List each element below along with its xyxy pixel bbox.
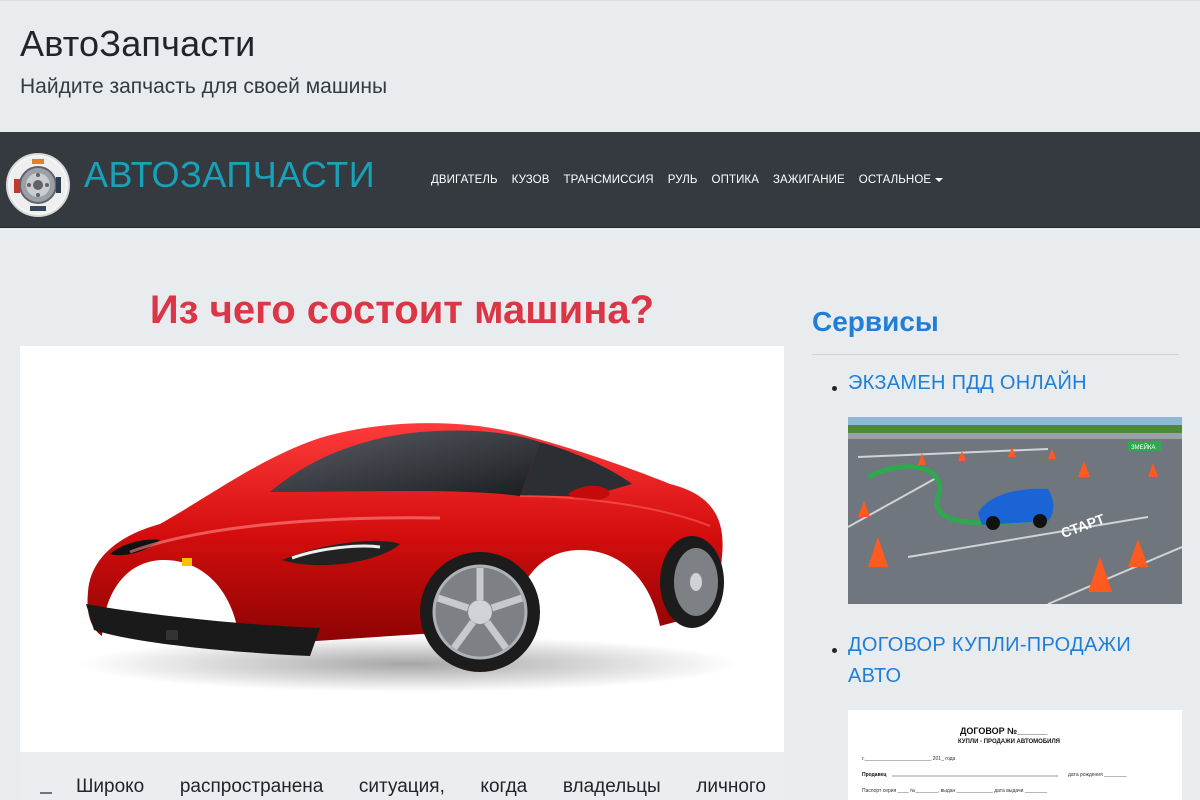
nav-item-label: ДВИГАТЕЛЬ bbox=[431, 174, 498, 186]
nav-item-label: ОПТИКА bbox=[711, 174, 760, 186]
nav-item-other-dropdown[interactable]: ОСТАЛЬНОЕ bbox=[852, 132, 950, 228]
main-navbar: АВТОЗАПЧАСТИ ДВИГАТЕЛЬ КУЗОВ ТРАНСМИССИЯ… bbox=[0, 132, 1200, 228]
nav-item-label: РУЛЬ bbox=[667, 174, 698, 186]
sidebar-title: Сервисы bbox=[812, 306, 939, 337]
bullet-icon bbox=[832, 648, 837, 653]
nav-item-label: ОСТАЛЬНОЕ bbox=[858, 174, 932, 186]
paragraph-marker-icon bbox=[40, 792, 52, 794]
nav-item-steering[interactable]: РУЛЬ bbox=[661, 132, 705, 228]
contract-line: Продавец bbox=[862, 772, 887, 778]
exam-sign-text: ЗМЕЙКА bbox=[1131, 443, 1155, 451]
contract-subheading: КУПЛИ - ПРОДАЖИ АВТОМОБИЛЯ bbox=[958, 739, 1060, 745]
nav-item-label: КУЗОВ bbox=[511, 174, 550, 186]
caret-down-icon bbox=[935, 178, 944, 182]
nav-item-engine[interactable]: ДВИГАТЕЛЬ bbox=[424, 132, 505, 228]
nav-item-optics[interactable]: ОПТИКА bbox=[705, 132, 766, 228]
bullet-icon bbox=[832, 386, 837, 391]
sidebar-link-line: ДОГОВОР КУПЛИ-ПРОДАЖИ bbox=[848, 634, 1132, 656]
sidebar-divider bbox=[812, 354, 1179, 355]
site-title: АвтоЗапчасти bbox=[20, 23, 256, 64]
contract-line: дата рождения ________ bbox=[1068, 772, 1127, 778]
contract-document-image[interactable]: ДОГОВОР №______ КУПЛИ - ПРОДАЖИ АВТОМОБИ… bbox=[848, 710, 1182, 800]
site-header: АвтоЗапчасти Найдите запчасть для своей … bbox=[0, 0, 1200, 132]
nav-item-label: ЗАЖИГАНИЕ bbox=[773, 174, 845, 186]
article-image bbox=[20, 346, 784, 752]
navbar-brand[interactable]: АВТОЗАПЧАСТИ bbox=[84, 154, 375, 196]
nav-item-body[interactable]: КУЗОВ bbox=[505, 132, 557, 228]
site-subtitle: Найдите запчасть для своей машины bbox=[20, 75, 388, 98]
nav-item-ignition[interactable]: ЗАЖИГАНИЕ bbox=[766, 132, 852, 228]
contract-line: г.________________________ 201_ года bbox=[862, 756, 956, 762]
sidebar-link-pdd-exam[interactable]: ЭКЗАМЕН ПДД ОНЛАЙН bbox=[848, 368, 1087, 399]
red-sports-car-icon bbox=[80, 423, 740, 692]
pdd-exam-image[interactable]: СТАРТ ЗМЕЙКА bbox=[848, 417, 1182, 604]
contract-heading: ДОГОВОР №______ bbox=[960, 726, 1048, 736]
nav-item-label: ТРАНСМИССИЯ bbox=[563, 174, 654, 186]
article-title: Из чего состоит машина? bbox=[149, 288, 655, 332]
article-paragraph: Широко распространена ситуация, когда вл… bbox=[76, 776, 766, 797]
contract-line: Паспорт серия ____ №________, выдан ____… bbox=[862, 788, 1047, 794]
brand-logo-icon[interactable] bbox=[6, 153, 70, 217]
nav-item-transmission[interactable]: ТРАНСМИССИЯ bbox=[556, 132, 660, 228]
sidebar-link-line: АВТО bbox=[848, 665, 902, 687]
nav-menu: ДВИГАТЕЛЬ КУЗОВ ТРАНСМИССИЯ РУЛЬ ОПТИКА … bbox=[424, 132, 950, 228]
sidebar-link-contract[interactable]: ДОГОВОР КУПЛИ-ПРОДАЖИ АВТО bbox=[848, 630, 1131, 692]
